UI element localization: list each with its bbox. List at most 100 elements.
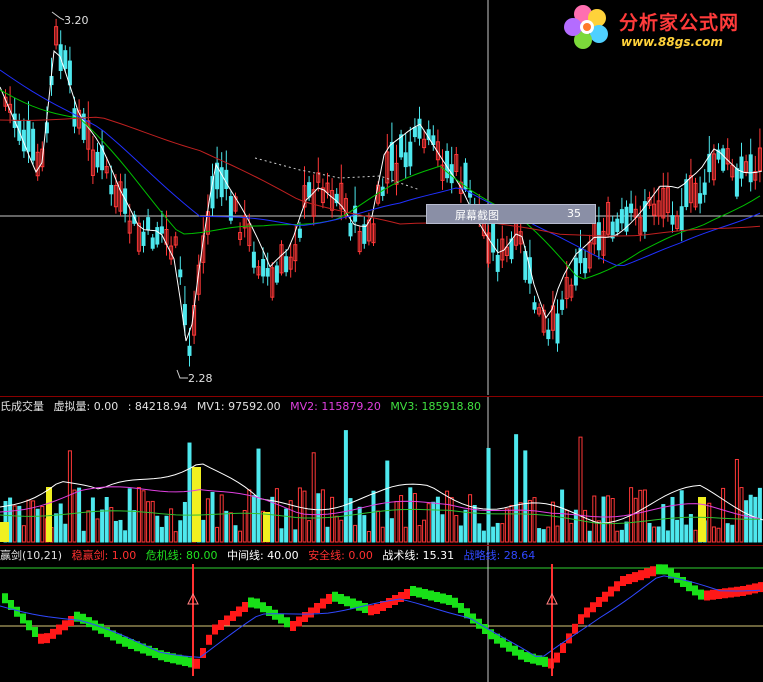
volume-bar — [178, 520, 183, 543]
candle-down — [684, 179, 689, 207]
volume-bar — [353, 524, 358, 543]
indicator-rise-block — [620, 576, 626, 586]
strategy-line — [0, 575, 761, 658]
indicator-fall-block — [410, 586, 416, 596]
volume-bar — [334, 515, 339, 543]
volume-highlight-bar — [263, 512, 270, 542]
volume-bar — [468, 494, 473, 543]
indicator-fall-block — [350, 598, 356, 609]
indicator-rise-block — [302, 612, 308, 622]
volume-bar — [72, 489, 77, 543]
indicator-panel[interactable]: 赢剑(10,21) 稳赢剑: 1.00 危机线: 80.00 中间线: 40.0… — [0, 545, 763, 682]
volume-bar — [233, 525, 238, 543]
volume-bar — [297, 487, 302, 543]
indicator-title: 赢剑(10,21) — [0, 549, 63, 562]
volume-bar — [656, 526, 661, 543]
indicator-chart[interactable] — [0, 546, 763, 682]
indicator-rise-block — [212, 624, 218, 635]
volume-bar — [431, 501, 436, 543]
indicator-rise-block — [218, 620, 224, 630]
indicator-rise-block — [722, 588, 728, 599]
volume-bar — [238, 530, 243, 543]
volume-bar — [12, 505, 17, 543]
candle-down — [178, 269, 183, 278]
candle-down — [182, 304, 187, 326]
indicator-fall-block — [434, 592, 440, 602]
candle-down — [560, 299, 565, 310]
indicator-rise-block — [746, 584, 752, 595]
volume-bar — [518, 502, 523, 543]
indicator-fall-block — [542, 656, 548, 667]
indicator-fall-block — [506, 641, 512, 652]
volume-bar — [136, 487, 141, 543]
indicator-item: 中间线: 40.00 — [226, 549, 299, 562]
candle-down — [698, 193, 703, 204]
indicator-fall-block — [26, 620, 32, 631]
volume-highlight-bar — [46, 487, 52, 542]
candle-down — [141, 231, 146, 246]
volume-bar — [638, 489, 643, 543]
indicator-rise-block — [398, 592, 404, 602]
candle-down — [532, 302, 537, 310]
candlestick-chart[interactable] — [0, 0, 763, 395]
volume-bar — [270, 496, 275, 543]
volume-bar — [532, 497, 537, 543]
volume-bar — [693, 529, 698, 543]
volume-bar — [279, 528, 284, 543]
volume-bar — [619, 529, 624, 543]
indicator-fall-block — [698, 589, 704, 600]
candle-down — [629, 203, 634, 214]
indicator-rise-block — [644, 568, 650, 579]
volume-highlight-bar — [0, 522, 9, 542]
indicator-fall-block — [692, 585, 698, 596]
indicator-fall-block — [686, 581, 692, 592]
volume-bar — [675, 519, 680, 543]
tooltip-value: 35 — [567, 207, 581, 220]
candle-down — [251, 251, 256, 268]
volume-bar — [376, 510, 381, 543]
indicator-rise-block — [386, 598, 392, 608]
indicator-rise-block — [224, 615, 230, 626]
indicator-rise-block — [602, 591, 608, 602]
candle-down — [307, 182, 312, 198]
candle-down — [583, 257, 588, 274]
volume-bar — [54, 513, 59, 543]
volume-bar — [325, 526, 330, 543]
volume-panel[interactable]: 氏成交量 虚拟量: 0.00 : 84218.94 MV1: 97592.00 … — [0, 396, 763, 545]
candle-down — [734, 168, 739, 197]
indicator-rise-block — [614, 581, 620, 592]
volume-highlight-bar — [192, 467, 201, 542]
volume-bar — [307, 520, 312, 543]
candle-down — [109, 184, 114, 195]
indicator-rise-block — [206, 634, 212, 645]
indicator-fall-block — [344, 596, 350, 607]
candle-down — [555, 313, 560, 344]
price-chart-panel[interactable]: 3.20 2.28 屏幕截图 35 — [0, 0, 763, 395]
high-marker-pointer — [51, 11, 65, 21]
candle-down — [417, 118, 422, 139]
volume-bar — [665, 530, 670, 543]
volume-bar — [77, 487, 82, 543]
volume-bar — [95, 518, 100, 543]
candle-down — [412, 126, 417, 138]
indicator-fall-block — [254, 598, 260, 609]
indicator-fall-block — [416, 587, 422, 598]
volume-chart[interactable] — [0, 397, 763, 545]
indicator-rise-block — [314, 603, 320, 613]
indicator-rise-block — [404, 589, 410, 599]
indicator-item: 稳赢剑: 1.00 — [71, 549, 137, 562]
volume-bar — [113, 520, 118, 543]
volume-bar — [109, 507, 114, 543]
volume-bar — [320, 489, 325, 543]
candle-down — [721, 148, 726, 171]
flower-logo-icon — [564, 5, 608, 49]
candle-down — [95, 151, 100, 168]
volume-bar — [146, 501, 151, 543]
volume-bar — [63, 523, 68, 543]
volume-bar — [523, 450, 528, 543]
volume-bar — [187, 442, 192, 543]
volume-bar — [546, 526, 551, 543]
candle-down — [26, 120, 31, 152]
candle-down — [146, 217, 151, 231]
indicator-fall-block — [452, 597, 458, 608]
